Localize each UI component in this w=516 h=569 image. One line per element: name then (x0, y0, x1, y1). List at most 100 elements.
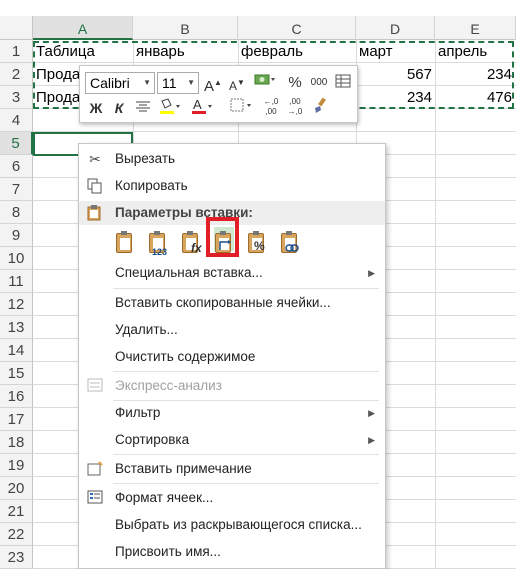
menu-item-copy-label: Копировать (115, 178, 188, 193)
menu-item-format-cells[interactable]: Формат ячеек... (79, 485, 385, 511)
menu-item-cut-label: Вырезать (115, 151, 176, 166)
row-header-21[interactable]: 21 (0, 500, 33, 523)
menu-item-insert-comment[interactable]: Вставить примечание (79, 456, 385, 482)
decrease-decimal-button[interactable]: ,00 →,0 (284, 97, 306, 119)
fill-color-button[interactable] (156, 97, 184, 119)
increase-decimal-icon: ←,0 ,00 (263, 97, 279, 116)
cell-d2[interactable]: 567 (359, 63, 432, 85)
menu-item-clear[interactable]: Очистить содержимое (79, 344, 385, 370)
paste-formatting-button[interactable]: % (244, 230, 270, 258)
align-center-icon (136, 101, 150, 112)
cell-d3[interactable]: 234 (359, 86, 432, 108)
row-header-4[interactable]: 4 (0, 109, 33, 132)
font-color-icon: A (192, 97, 212, 114)
decrease-font-size-button[interactable]: A▼ (226, 72, 248, 94)
column-header-a[interactable]: A (33, 16, 133, 40)
menu-item-define-name[interactable]: Присвоить имя... (79, 539, 385, 565)
format-table-button[interactable] (332, 72, 354, 94)
format-painter-button[interactable] (310, 97, 332, 119)
select-all-corner[interactable] (0, 16, 33, 40)
increase-decimal-button[interactable]: ←,0 ,00 (260, 97, 282, 119)
row-header-13[interactable]: 13 (0, 316, 33, 339)
cell-b1[interactable]: январь (136, 40, 236, 62)
font-size-value: 11 (162, 75, 177, 91)
column-header-d[interactable]: D (356, 16, 435, 40)
borders-button[interactable] (228, 97, 256, 119)
menu-item-insert-comment-label: Вставить примечание (115, 461, 252, 476)
font-size-dropdown[interactable]: 11 ▼ (157, 72, 199, 94)
submenu-arrow-icon: ▶ (368, 268, 375, 278)
increase-font-size-button[interactable]: A▲ (202, 72, 224, 95)
link-icon (285, 244, 299, 252)
row-header-23[interactable]: 23 (0, 546, 33, 569)
comma-style-button[interactable]: 000 (308, 72, 330, 94)
row-header-6[interactable]: 6 (0, 155, 33, 178)
column-header-b[interactable]: B (133, 16, 238, 40)
menu-item-format-cells-label: Формат ячеек... (115, 490, 214, 505)
copy-icon (87, 178, 103, 194)
center-align-button[interactable] (132, 97, 154, 119)
row-header-12[interactable]: 12 (0, 293, 33, 316)
paste-formulas-button[interactable]: fx (178, 230, 204, 258)
menu-item-insert-copied[interactable]: Вставить скопированные ячейки... (79, 290, 385, 316)
row-header-7[interactable]: 7 (0, 178, 33, 201)
menu-item-sort-label: Сортировка (115, 432, 190, 447)
context-menu: ✂ Вырезать Копировать Параметры вставки:… (78, 143, 386, 569)
italic-button[interactable]: К (108, 97, 130, 119)
paste-button[interactable] (112, 230, 138, 258)
highlight-frame (206, 217, 239, 257)
caret-up-icon: ▲ (214, 78, 222, 87)
menu-item-copy[interactable]: Копировать (79, 173, 385, 199)
row-header-16[interactable]: 16 (0, 385, 33, 408)
cell-d1[interactable]: март (359, 40, 433, 62)
menu-item-sort[interactable]: Сортировка ▶ (79, 427, 385, 453)
menu-item-filter-label: Фильтр (115, 405, 161, 420)
row-header-5[interactable]: 5 (0, 132, 33, 155)
chevron-down-icon: ▼ (143, 78, 151, 87)
menu-item-paste-special-label: Специальная вставка... (115, 265, 263, 280)
row-header-9[interactable]: 9 (0, 224, 33, 247)
row-header-17[interactable]: 17 (0, 408, 33, 431)
money-icon (254, 74, 275, 85)
row-header-3[interactable]: 3 (0, 86, 33, 109)
menu-item-quick-analysis-label: Экспресс-анализ (115, 378, 222, 393)
font-color-button[interactable]: A (188, 97, 216, 119)
menu-item-delete-label: Удалить... (115, 322, 178, 337)
row-header-18[interactable]: 18 (0, 431, 33, 454)
menu-item-delete[interactable]: Удалить... (79, 317, 385, 343)
percent-style-button[interactable]: % (284, 72, 306, 94)
row-header-20[interactable]: 20 (0, 477, 33, 500)
cell-e2[interactable]: 234 (438, 63, 512, 85)
row-header-22[interactable]: 22 (0, 523, 33, 546)
menu-item-paste-special[interactable]: Специальная вставка... ▶ (79, 260, 385, 286)
cell-a1[interactable]: Таблица (36, 40, 132, 62)
column-header-c[interactable]: C (238, 16, 356, 40)
paintbrush-icon (315, 97, 326, 113)
menu-item-filter[interactable]: Фильтр ▶ (79, 400, 385, 426)
row-header-19[interactable]: 19 (0, 454, 33, 477)
row-header-14[interactable]: 14 (0, 339, 33, 362)
accounting-format-button[interactable] (250, 72, 280, 94)
column-header-e[interactable]: E (435, 16, 516, 40)
paste-values-badge: 123 (152, 247, 168, 257)
bold-button[interactable]: Ж (85, 97, 107, 119)
font-name-dropdown[interactable]: Calibri ▼ (85, 72, 155, 94)
cell-e3[interactable]: 476 (438, 86, 512, 108)
cell-e1[interactable]: апрель (438, 40, 514, 62)
paste-values-button[interactable]: 123 (145, 230, 171, 258)
menu-item-cut[interactable]: ✂ Вырезать (79, 146, 385, 172)
menu-item-define-name-label: Присвоить имя... (115, 544, 221, 559)
svg-text:A: A (193, 97, 202, 112)
paste-link-button[interactable] (277, 230, 303, 258)
menu-item-pick-from-list[interactable]: Выбрать из раскрывающегося списка... (79, 512, 385, 538)
paint-bucket-icon (160, 98, 180, 114)
row-header-2[interactable]: 2 (0, 63, 33, 86)
clipboard-icon (116, 231, 132, 253)
row-header-15[interactable]: 15 (0, 362, 33, 385)
cell-c1[interactable]: февраль (241, 40, 354, 62)
row-header-11[interactable]: 11 (0, 270, 33, 293)
row-header-8[interactable]: 8 (0, 201, 33, 224)
row-header-10[interactable]: 10 (0, 247, 33, 270)
row-header-1[interactable]: 1 (0, 40, 33, 63)
chevron-down-icon: ▼ (187, 78, 195, 87)
